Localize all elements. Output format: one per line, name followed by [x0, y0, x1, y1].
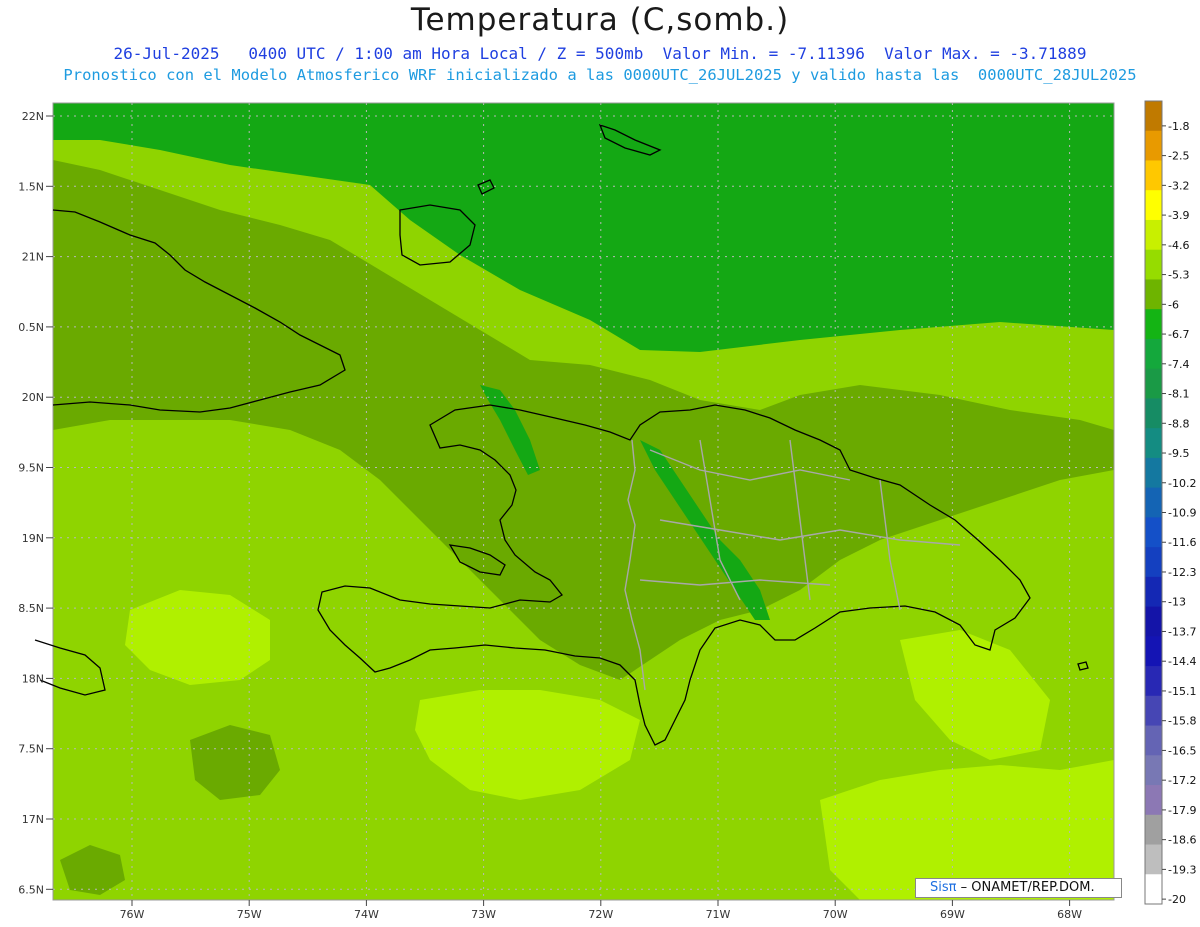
colorbar-label: -6.7	[1168, 328, 1189, 341]
lat-label: 6.5N	[18, 883, 44, 896]
colorbar-swatch	[1145, 606, 1162, 637]
lon-label: 68W	[1057, 908, 1082, 921]
colorbar-label: -19.3	[1168, 863, 1196, 876]
colorbar-swatch	[1145, 101, 1162, 132]
colorbar-label: -3.2	[1168, 179, 1189, 192]
colorbar-label: -13.7	[1168, 625, 1196, 638]
colorbar-swatch	[1145, 636, 1162, 667]
colorbar-swatch	[1145, 755, 1162, 786]
colorbar-label: -2.5	[1168, 150, 1189, 163]
latitude-labels: 22N 1.5N 21N 0.5N 20N 9.5N 19N 8.5N 18N 7.5N 17N 6.…	[18, 110, 53, 896]
lon-label: 75W	[237, 908, 262, 921]
lat-label: 0.5N	[18, 321, 44, 334]
colorbar-label: -11.6	[1168, 536, 1196, 549]
lon-label: 73W	[471, 908, 496, 921]
colorbar-swatch	[1145, 814, 1162, 846]
lat-label: 17N	[22, 813, 44, 826]
colorbar-swatch	[1145, 428, 1162, 459]
colorbar-swatch	[1145, 160, 1162, 191]
colorbar-label: -4.6	[1168, 239, 1189, 252]
colorbar-label: -20	[1168, 893, 1186, 906]
colorbar-label: -14.4	[1168, 655, 1196, 668]
lat-label: 21N	[22, 251, 44, 264]
credit-text: – ONAMET/REP.DOM.	[960, 880, 1095, 895]
lat-label: 18N	[22, 672, 44, 685]
colorbar-swatch	[1145, 874, 1162, 905]
lon-label: 72W	[588, 908, 613, 921]
colorbar-swatch	[1145, 249, 1162, 280]
colorbar-legend: -1.8 -2.5 -3.2 -3.9 -4.6 -5.3 -6 -6.7 -7.4 -8.1 -8…	[1144, 100, 1196, 906]
credit-box: Sisπ – ONAMET/REP.DOM.	[915, 878, 1122, 898]
lat-label: 9.5N	[18, 462, 44, 475]
colorbar-label: -9.5	[1168, 447, 1189, 460]
colorbar-swatch	[1145, 487, 1162, 518]
colorbar-swatch	[1145, 130, 1162, 161]
colorbar-swatch	[1145, 309, 1162, 340]
lon-label: 74W	[354, 908, 379, 921]
colorbar-swatch	[1145, 190, 1162, 221]
longitude-labels: 76W 75W 74W 73W 72W 71W 70W 69W 68W	[120, 900, 1082, 921]
lon-label: 71W	[706, 908, 731, 921]
lat-label: 1.5N	[18, 180, 44, 193]
colorbar-label: -17.2	[1168, 774, 1196, 787]
lat-label: 19N	[22, 532, 44, 545]
lat-label: 8.5N	[18, 602, 44, 615]
colorbar-swatch	[1145, 219, 1162, 251]
colorbar-label: -5.3	[1168, 269, 1189, 282]
colorbar-label: -10.2	[1168, 477, 1196, 490]
colorbar-label: -3.9	[1168, 209, 1189, 222]
lon-label: 69W	[940, 908, 965, 921]
colorbar-label: -6	[1168, 298, 1179, 311]
colorbar-label: -15.8	[1168, 715, 1196, 728]
colorbar-swatch	[1145, 576, 1162, 608]
colorbar-label: -1.8	[1168, 120, 1189, 133]
lat-label: 7.5N	[18, 743, 44, 756]
colorbar-label: -17.9	[1168, 804, 1196, 817]
colorbar-swatch	[1145, 517, 1162, 548]
colorbar-label: -7.4	[1168, 358, 1189, 371]
lat-label: 20N	[22, 391, 44, 404]
colorbar-swatch	[1145, 338, 1162, 370]
colorbar-label: -13	[1168, 596, 1186, 609]
colorbar-swatch	[1145, 666, 1162, 697]
colorbar-label: -10.9	[1168, 507, 1196, 520]
lat-label: 22N	[22, 110, 44, 123]
colorbar-label: -16.5	[1168, 744, 1196, 757]
colorbar-label: -8.8	[1168, 417, 1189, 430]
colorbar-label: -18.6	[1168, 834, 1196, 847]
colorbar-label: -12.3	[1168, 566, 1196, 579]
sispi-logo: Sisπ	[930, 880, 957, 895]
colorbar-swatch	[1145, 547, 1162, 578]
colorbar-label: -15.1	[1168, 685, 1196, 698]
colorbar-swatch	[1145, 844, 1162, 875]
colorbar-swatch	[1145, 368, 1162, 399]
colorbar-swatch	[1145, 785, 1162, 816]
colorbar-swatch	[1145, 279, 1162, 310]
colorbar-swatch	[1145, 457, 1162, 489]
colorbar-swatch	[1145, 725, 1162, 756]
lon-label: 76W	[120, 908, 145, 921]
colorbar-swatch	[1145, 398, 1162, 429]
lon-label: 70W	[823, 908, 848, 921]
colorbar-label: -8.1	[1168, 388, 1189, 401]
temperature-map: 22N 1.5N 21N 0.5N 20N 9.5N 19N 8.5N 18N 7.5N 17N 6.…	[18, 100, 1196, 921]
colorbar-swatch	[1145, 695, 1162, 727]
